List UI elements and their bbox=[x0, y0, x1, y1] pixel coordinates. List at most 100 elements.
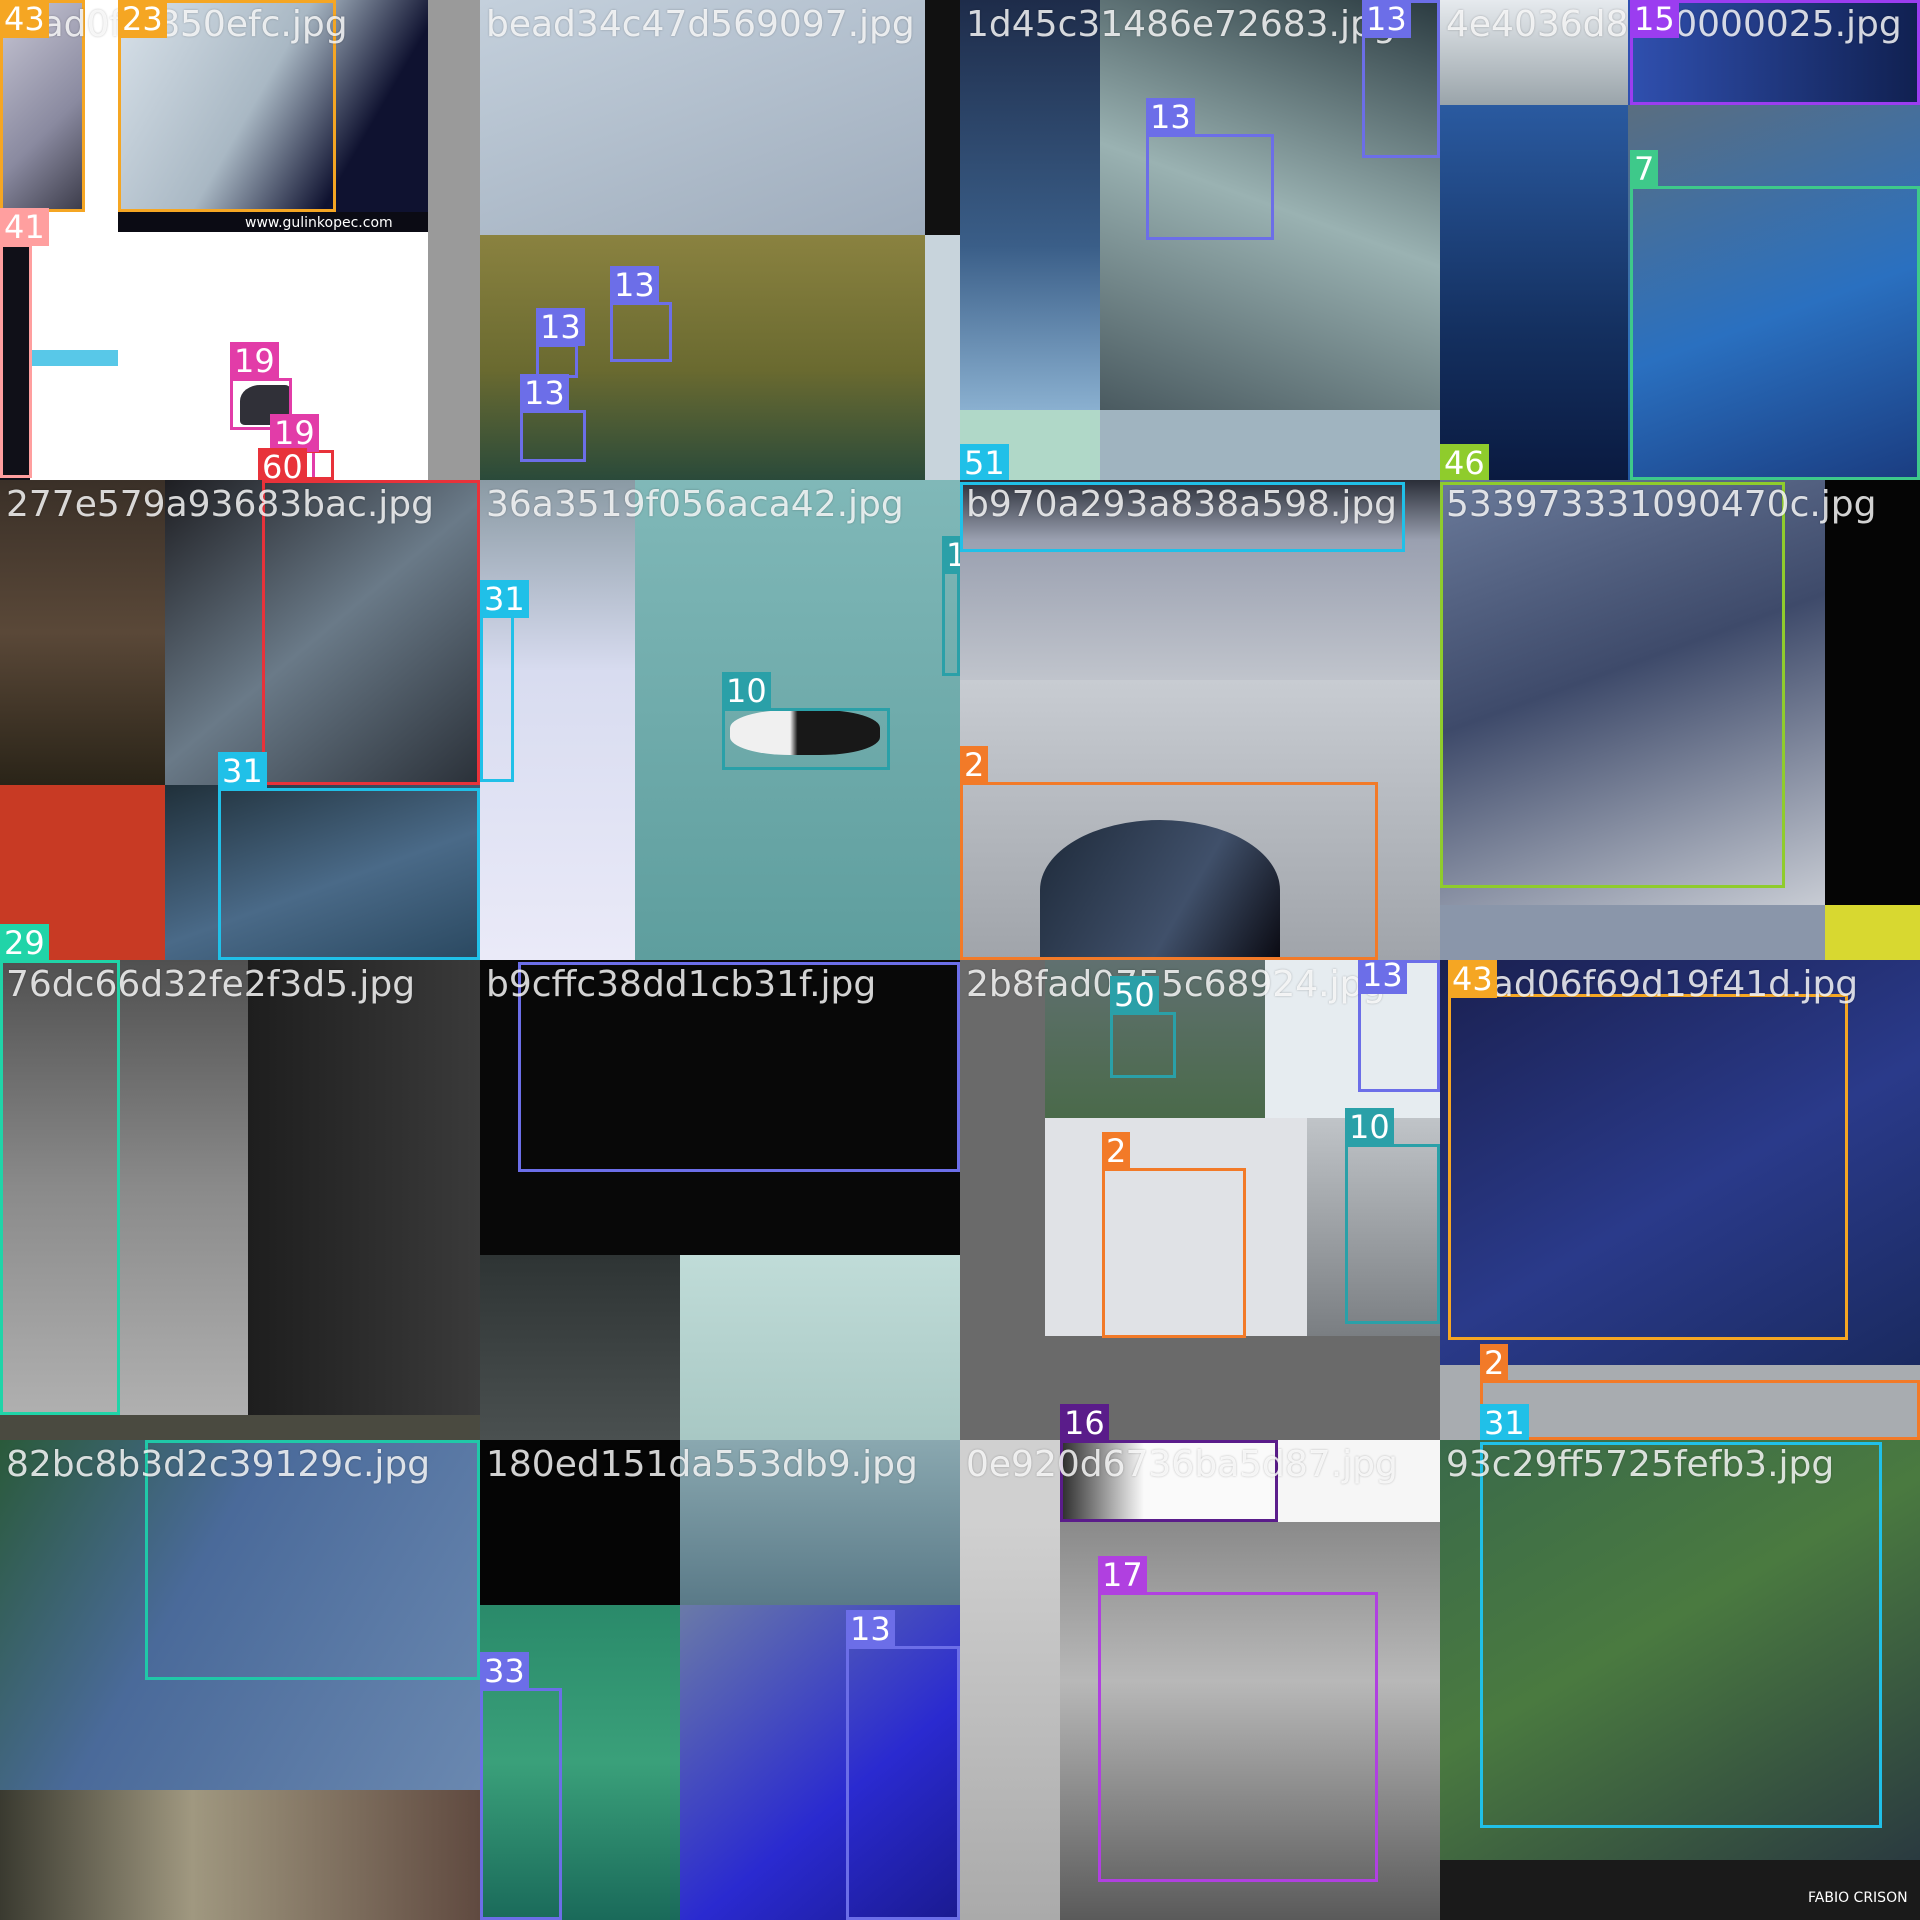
mosaic-tile-9: 76dc66d32fe2f3d5.jpg 53 bbox=[0, 960, 480, 1440]
gray-strip bbox=[428, 0, 480, 480]
leash-photo bbox=[30, 350, 118, 366]
detection-label: 13 bbox=[610, 266, 659, 304]
mosaic-tile-11: 2b8fad0755c68924.jpg 13 50 10 2 16 bbox=[960, 960, 1440, 1440]
detection-label: 13 bbox=[520, 374, 569, 412]
detection-box bbox=[0, 960, 120, 1415]
detection-label: 13 bbox=[536, 308, 585, 346]
detection-box bbox=[536, 344, 578, 378]
tile-filename: 82bc8b3d2c39129c.jpg bbox=[6, 1444, 431, 1485]
detection-label: 2 bbox=[1102, 1132, 1131, 1170]
tile-filename: 2b8fad0755c68924.jpg bbox=[966, 964, 1386, 1005]
tile-filename: 277e579a93683bac.jpg bbox=[6, 484, 435, 525]
detection-box bbox=[610, 302, 672, 362]
detection-label: 29 bbox=[0, 924, 49, 960]
mosaic-tile-15: 0e920d6736ba5d87.jpg 17 bbox=[960, 1440, 1440, 1920]
detection-box bbox=[722, 708, 890, 770]
mosaic-tile-3: 1d45c31486e72683.jpg 13 13 51 bbox=[960, 0, 1440, 480]
snow-strip bbox=[925, 235, 960, 480]
detection-label: 41 bbox=[0, 208, 49, 246]
detection-label: 19 bbox=[270, 414, 319, 452]
fur-photo bbox=[1440, 905, 1825, 960]
tile-filename: b9cffc38dd1cb31f.jpg bbox=[486, 964, 877, 1005]
detection-box bbox=[960, 782, 1378, 960]
tile-filename: 76dc66d32fe2f3d5.jpg bbox=[6, 964, 416, 1005]
detection-box bbox=[1480, 1380, 1920, 1440]
tile-filename: 533973331090470c.jpg bbox=[1446, 484, 1877, 525]
detection-box bbox=[1448, 994, 1848, 1340]
detection-label: 10 bbox=[1345, 1108, 1394, 1146]
detection-label: 60 bbox=[258, 448, 307, 480]
mosaic-tile-6: 36a3519f056aca42.jpg 31 10 10 bbox=[480, 480, 960, 960]
detection-label: 15 bbox=[1630, 0, 1679, 38]
detection-box bbox=[262, 480, 480, 785]
detection-label: 19 bbox=[230, 342, 279, 380]
mosaic-tile-5: 277e579a93683bac.jpg 31 29 bbox=[0, 480, 480, 960]
branch-photo bbox=[960, 0, 1100, 410]
mosaic-tile-2: bead34c47d569097.jpg 13 13 13 bbox=[480, 0, 960, 480]
fish-photo bbox=[680, 1255, 960, 1440]
detection-label: 17 bbox=[1098, 1556, 1147, 1594]
tile-filename: f6ad0ff1850efc.jpg bbox=[6, 4, 348, 45]
mosaic-tile-1: www.gulinkopec.com f6ad0ff1850efc.jpg 43… bbox=[0, 0, 480, 480]
detection-box bbox=[1440, 482, 1785, 888]
detection-label: 13 bbox=[1362, 0, 1411, 38]
tile-filename: b970a293a838a598.jpg bbox=[966, 484, 1398, 525]
detection-label: 51 bbox=[960, 444, 1009, 480]
ground-strip bbox=[0, 1415, 480, 1440]
mosaic-tile-16: FABIO CRISON 93c29ff5725fefb3.jpg bbox=[1440, 1440, 1920, 1920]
tile-filename: 87ad06f69d19f41d.jpg bbox=[1446, 964, 1859, 1005]
detection-label: 46 bbox=[1440, 444, 1489, 480]
detection-box bbox=[1110, 1012, 1176, 1078]
yellow-photo bbox=[1825, 905, 1920, 960]
rock-photo bbox=[1100, 410, 1440, 480]
detection-box bbox=[1102, 1168, 1246, 1338]
detection-label: 10 bbox=[942, 536, 960, 574]
detection-label: 16 bbox=[1060, 1404, 1109, 1440]
detection-box bbox=[520, 410, 586, 462]
fence-photo bbox=[960, 1522, 1060, 1920]
detection-label: 13 bbox=[846, 1610, 895, 1648]
mosaic-tile-12: 87ad06f69d19f41d.jpg 43 2 31 bbox=[1440, 960, 1920, 1440]
detection-label: 33 bbox=[480, 1652, 529, 1690]
detection-box bbox=[1098, 1592, 1378, 1882]
tile-filename: 36a3519f056aca42.jpg bbox=[486, 484, 904, 525]
rock-photo bbox=[480, 1255, 680, 1440]
water-plants-photo bbox=[1440, 105, 1628, 480]
dark-strip bbox=[1825, 480, 1920, 905]
detection-box bbox=[1630, 186, 1920, 480]
mosaic-tile-7: b970a293a838a598.jpg 2 bbox=[960, 480, 1440, 960]
detection-label: 31 bbox=[218, 752, 267, 790]
detection-label: 2 bbox=[1480, 1344, 1509, 1382]
detection-label: 2 bbox=[960, 746, 989, 784]
tile-filename: bead34c47d569097.jpg bbox=[486, 4, 915, 45]
detection-box bbox=[1345, 1144, 1440, 1324]
detection-box bbox=[1146, 134, 1274, 240]
detection-label: 13 bbox=[1358, 960, 1407, 994]
detection-box bbox=[480, 1688, 562, 1920]
detection-label: 31 bbox=[1480, 1404, 1529, 1440]
detection-box bbox=[1480, 1442, 1882, 1828]
detection-label: 50 bbox=[1110, 976, 1159, 1014]
detection-box bbox=[218, 788, 480, 960]
detection-label: 23 bbox=[118, 0, 167, 38]
mosaic-grid: www.gulinkopec.com f6ad0ff1850efc.jpg 43… bbox=[0, 0, 1920, 1920]
tile-filename: 0e920d6736ba5d87.jpg bbox=[966, 1444, 1398, 1485]
tile-filename: 180ed151da553db9.jpg bbox=[486, 1444, 918, 1485]
detection-label: 7 bbox=[1630, 150, 1659, 188]
detection-box bbox=[0, 244, 32, 478]
reef-photo bbox=[0, 1790, 480, 1920]
detection-label: 31 bbox=[480, 580, 529, 618]
mosaic-tile-10: b9cffc38dd1cb31f.jpg bbox=[480, 960, 960, 1440]
watermark-text: www.gulinkopec.com bbox=[245, 215, 393, 231]
tile-filename: 93c29ff5725fefb3.jpg bbox=[1446, 1444, 1835, 1485]
photo-credit: FABIO CRISON bbox=[1808, 1890, 1908, 1906]
mosaic-tile-14: 180ed151da553db9.jpg 33 13 bbox=[480, 1440, 960, 1920]
detection-label: 43 bbox=[1448, 960, 1497, 998]
detection-label: 10 bbox=[722, 672, 771, 710]
grass-photo bbox=[0, 480, 165, 785]
tile-filename: 1d45c31486e72683.jpg bbox=[966, 4, 1396, 45]
dark-strip bbox=[925, 0, 960, 235]
mosaic-tile-4: 4e4036d8130000025.jpg 15 7 46 bbox=[1440, 0, 1920, 480]
mosaic-tile-8: 533973331090470c.jpg bbox=[1440, 480, 1920, 960]
dark-photo bbox=[248, 960, 480, 1415]
